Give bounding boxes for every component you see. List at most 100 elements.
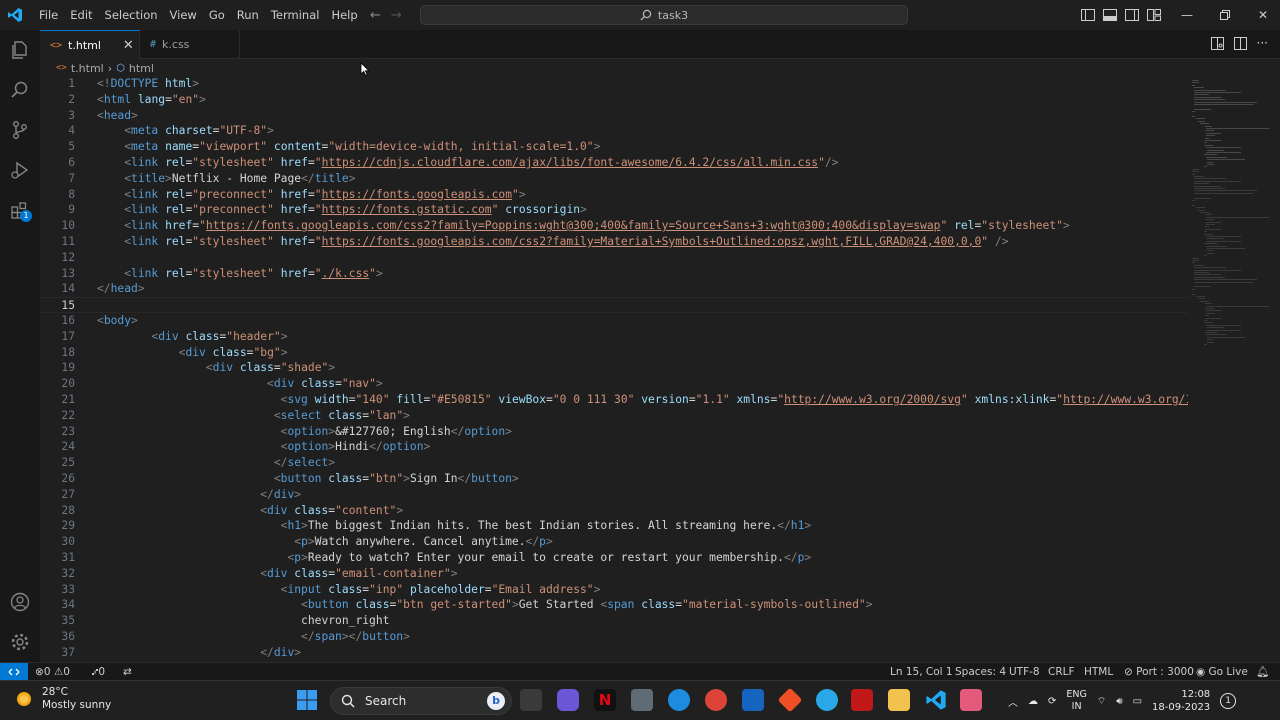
command-center[interactable]: task3	[420, 5, 908, 25]
code-line[interactable]: 9 <link rel="preconnect" href="https://f…	[40, 202, 1188, 218]
mcafee-app-icon[interactable]	[851, 689, 873, 711]
tab-t-html[interactable]: <> t.html ✕	[40, 30, 140, 59]
code-line[interactable]: 30 <p>Watch anywhere. Cancel anytime.</p…	[40, 534, 1188, 550]
start-button[interactable]	[296, 689, 318, 711]
netflix-app-icon[interactable]: N	[594, 689, 616, 711]
vscode-taskbar-icon[interactable]	[925, 689, 947, 711]
notifications-bell-icon[interactable]: 🔔︎	[1256, 663, 1269, 681]
code-line[interactable]: 8 <link rel="preconnect" href="https://f…	[40, 187, 1188, 203]
show-hidden-icons-chevron-icon[interactable]: ︿	[1008, 694, 1018, 709]
live-server-port[interactable]: ⊘ Port : 3000	[1124, 663, 1194, 681]
code-line[interactable]: 22 <select class="lan">	[40, 408, 1188, 424]
ports-indicator[interactable]: ⑇0	[92, 663, 105, 681]
chrome-browser-icon[interactable]	[705, 689, 727, 711]
breadcrumb-file[interactable]: t.html	[71, 62, 104, 75]
code-line[interactable]: 10 <link href="https://fonts.googleapis.…	[40, 218, 1188, 234]
more-actions-icon[interactable]: ···	[1257, 37, 1268, 53]
code-line[interactable]: 37 </div>	[40, 645, 1188, 661]
weather-widget[interactable]: 28°C Mostly sunny	[14, 686, 111, 712]
code-line[interactable]: 3 <head>	[40, 108, 1188, 124]
menu-terminal[interactable]: Terminal	[265, 0, 326, 30]
code-line[interactable]: 5 <meta name="viewport" content="width=d…	[40, 139, 1188, 155]
indentation[interactable]: Spaces: 4	[955, 663, 1006, 681]
split-editor-icon[interactable]	[1233, 37, 1247, 53]
problems-indicator[interactable]: ⊗0 ⚠0	[35, 663, 70, 681]
code-line[interactable]: 11 <link rel="stylesheet" href="https://…	[40, 234, 1188, 250]
code-line[interactable]: 17 <div class="header">	[40, 329, 1188, 345]
customize-layout-icon[interactable]	[1146, 7, 1162, 23]
onedrive-cloud-icon[interactable]: ☁	[1028, 696, 1038, 707]
menu-help[interactable]: Help	[325, 0, 363, 30]
close-icon[interactable]: ✕	[123, 38, 134, 53]
wifi-icon[interactable]: ⌔	[1097, 695, 1106, 708]
run-debug-icon[interactable]	[0, 150, 40, 190]
settings-gear-icon[interactable]	[0, 622, 40, 662]
menu-go[interactable]: Go	[203, 0, 231, 30]
code-line[interactable]: 31 <p>Ready to watch? Enter your email t…	[40, 550, 1188, 566]
code-line[interactable]: 4 <meta charset="UTF-8">	[40, 123, 1188, 139]
account-icon[interactable]	[0, 582, 40, 622]
tab-k-css[interactable]: # k.css	[140, 30, 240, 59]
code-line[interactable]: 27 </div>	[40, 487, 1188, 503]
code-line[interactable]: 13 <link rel="stylesheet" href="./k.css"…	[40, 266, 1188, 282]
snipping-tool-icon[interactable]	[960, 689, 982, 711]
toggle-panel-icon[interactable]	[1102, 7, 1118, 23]
code-line[interactable]: 29 <h1>The biggest Indian hits. The best…	[40, 518, 1188, 534]
sync-icon[interactable]: ⟳	[1048, 696, 1056, 707]
cursor-position[interactable]: Ln 15, Col 1	[890, 663, 953, 681]
battery-icon[interactable]: ▭	[1133, 696, 1142, 707]
python-app-icon[interactable]	[816, 689, 838, 711]
code-line[interactable]: 23 <option>&#127760; English</option>	[40, 424, 1188, 440]
edge-browser-icon[interactable]	[668, 689, 690, 711]
menu-file[interactable]: File	[33, 0, 64, 30]
code-line[interactable]: 15	[40, 297, 1188, 314]
restore-button[interactable]	[1206, 0, 1244, 30]
notification-count-badge[interactable]: 1	[1220, 693, 1237, 709]
code-line[interactable]: 2 <html lang="en">	[40, 92, 1188, 108]
code-line[interactable]: 20 <div class="nav">	[40, 376, 1188, 392]
go-live-button[interactable]: ◉ Go Live	[1196, 663, 1248, 681]
task-view-icon[interactable]	[520, 689, 542, 711]
code-line[interactable]: 21 <svg width="140" fill="#E50815" viewB…	[40, 392, 1188, 408]
live-share-icon[interactable]: ⇄	[123, 663, 132, 681]
code-line[interactable]: 7 <title>Netflix - Home Page</title>	[40, 171, 1188, 187]
explorer-icon[interactable]	[0, 30, 40, 70]
code-editor[interactable]: 1 <!DOCTYPE html> 2 <html lang="en"> 3 <head>…	[40, 76, 1188, 662]
code-line[interactable]: 33 <input class="inp" placeholder="Email…	[40, 582, 1188, 598]
code-line[interactable]: 32 <div class="email-container">	[40, 566, 1188, 582]
code-line[interactable]: 24 <option>Hindi</option>	[40, 439, 1188, 455]
code-line[interactable]: 25 </select>	[40, 455, 1188, 471]
back-arrow-icon[interactable]: ←	[370, 8, 381, 23]
code-line[interactable]: 6 <link rel="stylesheet" href="https://c…	[40, 155, 1188, 171]
camera-app-icon[interactable]	[631, 689, 653, 711]
code-line[interactable]: 26 <button class="btn">Sign In</button>	[40, 471, 1188, 487]
code-line[interactable]: 16 <body>	[40, 313, 1188, 329]
volume-icon[interactable]: 🔊︎	[1116, 696, 1122, 707]
toggle-primary-sidebar-icon[interactable]	[1080, 7, 1096, 23]
code-line[interactable]: 1 <!DOCTYPE html>	[40, 76, 1188, 92]
code-line[interactable]: 28 <div class="content">	[40, 503, 1188, 519]
code-line[interactable]: 36 </span></button>	[40, 629, 1188, 645]
file-explorer-icon[interactable]	[888, 689, 910, 711]
clock[interactable]: 12:08 18-09-2023	[1152, 688, 1210, 714]
menu-selection[interactable]: Selection	[99, 0, 164, 30]
code-line[interactable]: 34 <button class="btn get-started">Get S…	[40, 597, 1188, 613]
end-of-line[interactable]: CRLF	[1048, 663, 1075, 681]
extensions-icon[interactable]: 1	[0, 190, 40, 230]
menu-run[interactable]: Run	[231, 0, 265, 30]
code-line[interactable]: 14 </head>	[40, 281, 1188, 297]
taskbar-search[interactable]: Search b	[330, 687, 512, 715]
breadcrumb-symbol[interactable]: html	[129, 62, 154, 75]
language-mode[interactable]: HTML	[1084, 663, 1113, 681]
code-line[interactable]: 35 chevron_right	[40, 613, 1188, 629]
teams-chat-icon[interactable]	[557, 689, 579, 711]
forward-arrow-icon[interactable]: →	[391, 8, 402, 23]
menu-view[interactable]: View	[164, 0, 203, 30]
close-window-button[interactable]: ✕	[1244, 0, 1280, 30]
git-app-icon[interactable]	[777, 687, 803, 713]
code-line[interactable]: 12	[40, 250, 1188, 266]
code-line[interactable]: 18 <div class="bg">	[40, 345, 1188, 361]
language-indicator[interactable]: ENG IN	[1066, 689, 1086, 713]
store-app-icon[interactable]	[742, 689, 764, 711]
minimize-button[interactable]: —	[1168, 0, 1206, 30]
